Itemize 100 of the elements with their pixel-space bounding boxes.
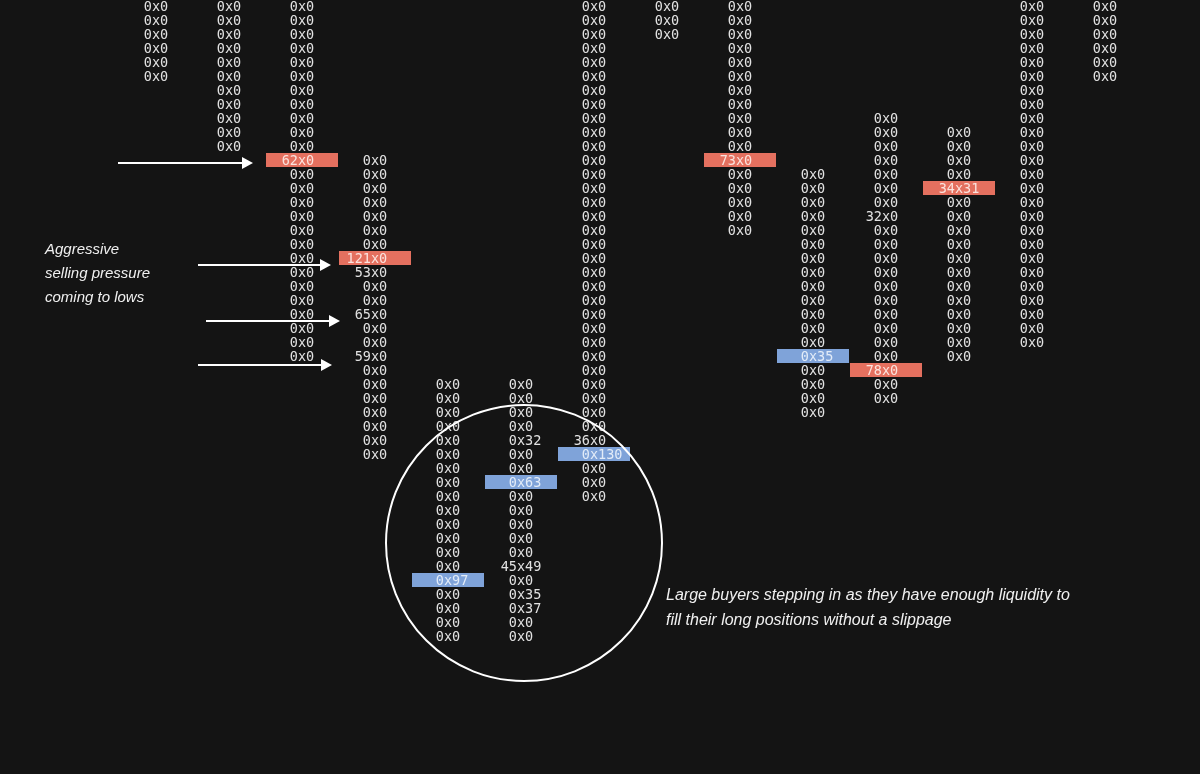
volume-cell-text: 0x0 [945,279,973,293]
volume-cell-text: 0x0 [799,265,827,279]
volume-cell-text: 0x0 [580,251,608,265]
volume-cell-text: 0x0 [945,223,973,237]
volume-cell-text: 0x0 [507,405,535,419]
volume-cell-text: 0x0 [1018,125,1046,139]
volume-cell-text: 0x32 [507,433,543,447]
volume-cell-text: 0x0 [653,0,681,13]
volume-cell-text: 0x0 [726,167,754,181]
volume-cell-text: 0x0 [288,321,316,335]
volume-cell-text: 0x0 [726,125,754,139]
volume-cell-text: 0x0 [434,405,462,419]
volume-cell-text: 0x0 [945,349,973,363]
volume-cell-text: 0x0 [288,0,316,13]
volume-cell-text: 0x0 [361,181,389,195]
volume-cell-text: 0x0 [726,41,754,55]
volume-cell-text: 0x0 [361,237,389,251]
volume-cell-text: 0x0 [361,293,389,307]
volume-cell-text: 0x0 [580,293,608,307]
volume-cell-text: 0x0 [434,545,462,559]
volume-cell-text: 0x0 [580,69,608,83]
volume-cell-text: 0x0 [799,279,827,293]
volume-cell-text: 0x0 [1018,139,1046,153]
volume-cell-text: 0x0 [1091,55,1119,69]
volume-cell-text: 0x0 [799,223,827,237]
volume-cell-text: 0x0 [507,489,535,503]
volume-cell-text: 0x0 [872,335,900,349]
annotation-text: Large buyers stepping in as they have enough liquidity to fill their long positions without a slippage [666,585,1070,630]
volume-cell-text: 0x0 [288,209,316,223]
volume-cell-text: 0x0 [872,251,900,265]
volume-cell-text: 0x0 [507,461,535,475]
volume-cell-text: 0x0 [142,41,170,55]
volume-cell-text: 0x0 [215,139,243,153]
volume-cell-text: 0x0 [361,391,389,405]
volume-cell-text: 0x0 [580,265,608,279]
volume-cell-text: 0x0 [872,279,900,293]
volume-cell-text: 0x0 [1018,321,1046,335]
volume-cell-text: 0x0 [507,517,535,531]
volume-cell-text: 0x0 [361,419,389,433]
volume-cell-text: 0x0 [434,433,462,447]
volume-cell-text: 0x0 [361,335,389,349]
volume-cell-text: 0x0 [507,629,535,643]
volume-cell-text: 0x0 [288,139,316,153]
volume-cell-text: 0x0 [945,167,973,181]
imbalance-cell: 62x0 [265,153,338,167]
volume-cell-text: 0x0 [872,237,900,251]
volume-cell-text: 0x0 [580,279,608,293]
volume-cell-text: 0x0 [288,27,316,41]
volume-cell-text: 0x0 [288,97,316,111]
volume-cell-text: 0x0 [1018,237,1046,251]
volume-cell-text: 0x0 [799,237,827,251]
volume-cell-text: 0x0 [288,251,316,265]
volume-cell-text: 0x0 [580,97,608,111]
volume-cell-text: 0x0 [434,475,462,489]
volume-cell-text: 0x0 [288,13,316,27]
volume-cell-text: 0x0 [945,321,973,335]
volume-cell-text: 0x0 [215,13,243,27]
volume-cell-text: 0x35 [507,587,543,601]
volume-cell-text: 0x0 [799,377,827,391]
volume-cell-text: 0x0 [361,447,389,461]
volume-cell-text: 0x0 [1018,181,1046,195]
volume-cell-text: 0x0 [361,153,389,167]
volume-cell-text: 0x0 [434,517,462,531]
volume-cell-text: 0x0 [872,293,900,307]
volume-cell-text: 0x0 [434,629,462,643]
volume-cell-text: 0x0 [872,181,900,195]
volume-cell-text: 0x0 [1018,251,1046,265]
volume-cell-text: 0x0 [1018,83,1046,97]
volume-cell-text: 0x0 [799,167,827,181]
volume-cell-text: 0x0 [799,307,827,321]
volume-cell-text: 0x0 [872,321,900,335]
volume-cell-text: 0x0 [580,125,608,139]
volume-cell-text: 0x0 [361,209,389,223]
volume-cell-text: 0x0 [142,69,170,83]
volume-cell-text: 0x0 [799,363,827,377]
volume-cell-text: 0x0 [142,13,170,27]
volume-cell-text: 0x0 [288,279,316,293]
volume-cell-text: 0x0 [142,0,170,13]
volume-cell-text: 0x0 [361,321,389,335]
volume-cell-text: 0x0 [945,293,973,307]
volume-cell-text: 0x0 [1018,167,1046,181]
volume-cell-text: 0x0 [434,489,462,503]
volume-cell-text: 0x0 [580,181,608,195]
volume-cell-text: 0x0 [215,41,243,55]
volume-cell-text: 0x0 [726,27,754,41]
volume-cell-text: 0x0 [361,405,389,419]
volume-cell-text: 0x0 [872,167,900,181]
volume-cell-text: 0x0 [434,559,462,573]
volume-cell-text: 0x0 [288,125,316,139]
volume-cell-text: 0x0 [872,223,900,237]
volume-cell-text: 0x0 [580,335,608,349]
volume-cell-text: 0x0 [288,181,316,195]
volume-cell-text: 0x0 [507,615,535,629]
volume-cell-text: 0x0 [1018,293,1046,307]
imbalance-cell: 0x35 [776,349,849,363]
volume-cell-text: 0x0 [288,69,316,83]
volume-cell-text: 0x0 [580,349,608,363]
volume-cell-text: 0x0 [434,531,462,545]
volume-cell-text: 0x0 [1018,335,1046,349]
volume-cell-text: 0x0 [580,321,608,335]
